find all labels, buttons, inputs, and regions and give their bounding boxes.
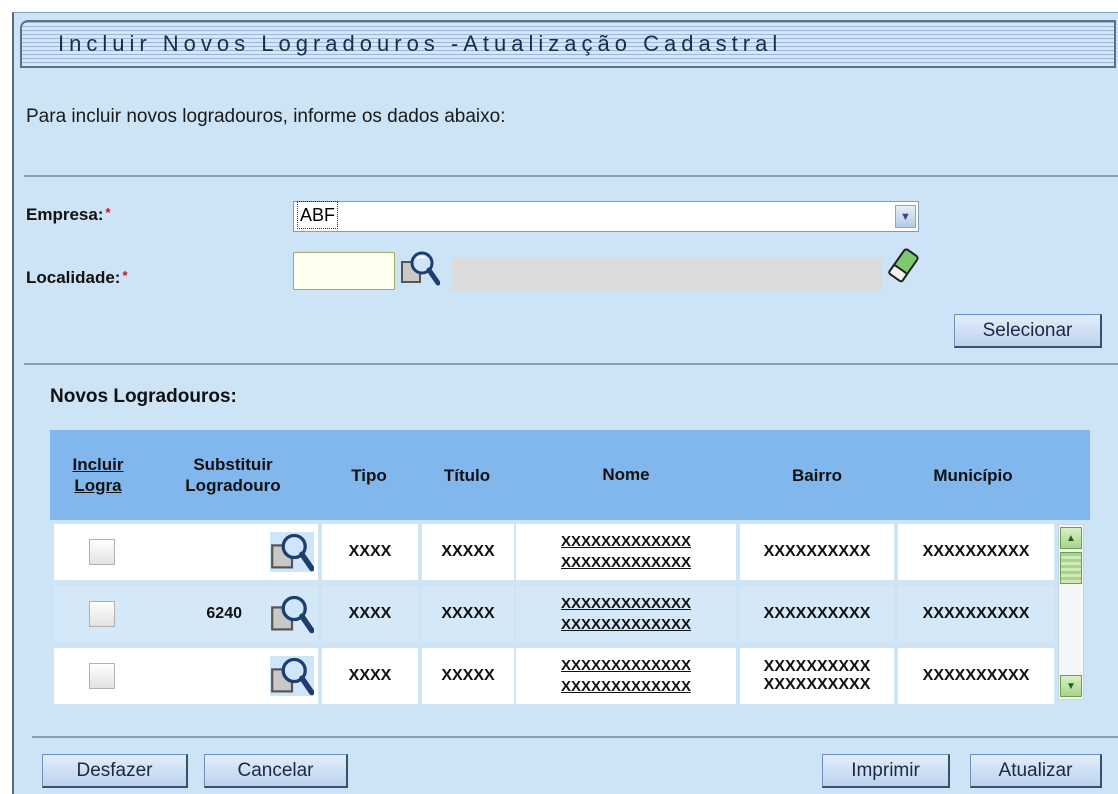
novos-logradouros-table: Incluir Logra Substituir Logradouro Tipo T…: [50, 430, 1090, 708]
header-tipo: Tipo: [351, 465, 387, 485]
header-titulo: Título: [443, 465, 491, 485]
substituir-value: 6240: [206, 605, 242, 622]
magnifier-search-icon[interactable]: [270, 532, 314, 572]
table-row-3-tipo: XXXX: [322, 648, 418, 704]
localidade-code-input[interactable]: [293, 252, 395, 290]
table-row-2-municipio: XXXXXXXXXX: [898, 586, 1054, 642]
table-row-3-titulo: XXXXX: [422, 648, 514, 704]
empresa-selected-value: ABF: [296, 201, 339, 229]
localidade-description-field: [451, 258, 882, 292]
magnifier-search-icon[interactable]: [400, 250, 440, 286]
table-row-1-tipo: XXXX: [322, 524, 418, 580]
table-row-3-substituir: [150, 648, 318, 704]
eraser-icon[interactable]: [886, 246, 920, 286]
row-checkbox[interactable]: [89, 601, 115, 627]
magnifier-search-icon[interactable]: [270, 656, 314, 696]
table-row-1-bairro: XXXXXXXXXX: [740, 524, 894, 580]
table-row-3-nome[interactable]: XXXXXXXXXXXXX XXXXXXXXXXXXX: [516, 648, 736, 704]
required-marker: *: [105, 205, 111, 220]
row-checkbox[interactable]: [89, 539, 115, 565]
header-bairro: Bairro: [791, 465, 843, 485]
table-row-1-municipio: XXXXXXXXXX: [898, 524, 1054, 580]
desfazer-button[interactable]: Desfazer: [42, 754, 188, 788]
atualizar-button[interactable]: Atualizar: [970, 754, 1102, 788]
page-title: Incluir Novos Logradouros -Atualização C…: [58, 31, 783, 56]
title-bar: Incluir Novos Logradouros -Atualização C…: [20, 20, 1116, 68]
scroll-down-arrow-icon[interactable]: ▼: [1060, 675, 1082, 697]
table-row-1-titulo: XXXXX: [422, 524, 514, 580]
table-row-3-incluir: [54, 648, 150, 704]
cancelar-button[interactable]: Cancelar: [204, 754, 348, 788]
table-row-1-substituir: [150, 524, 318, 580]
selecionar-button[interactable]: Selecionar: [954, 314, 1102, 348]
divider-bottom: [32, 736, 1118, 738]
header-nome: Nome: [602, 465, 650, 484]
table-header: Incluir Logra Substituir Logradouro Tipo T…: [50, 430, 1090, 520]
table-row-2-nome[interactable]: XXXXXXXXXXXXX XXXXXXXXXXXXX: [516, 586, 736, 642]
table-row-2-incluir: [54, 586, 150, 642]
table-row-2-bairro: XXXXXXXXXX: [740, 586, 894, 642]
table-row-3-bairro: XXXXXXXXXX XXXXXXXXXX: [740, 648, 894, 704]
row-checkbox[interactable]: [89, 663, 115, 689]
section-title: Novos Logradouros:: [50, 386, 237, 407]
table-row-1-incluir: [54, 524, 150, 580]
header-incluir-logra[interactable]: Incluir Logra: [50, 430, 146, 520]
table-row-2-tipo: XXXX: [322, 586, 418, 642]
divider-top: [24, 175, 1118, 177]
empresa-select[interactable]: ABF ▼: [293, 201, 919, 232]
header-municipio: Município: [933, 465, 1013, 485]
scroll-up-arrow-icon[interactable]: ▲: [1060, 527, 1082, 549]
divider-middle: [24, 363, 1118, 365]
table-row-3-municipio: XXXXXXXXXX: [898, 648, 1054, 704]
scrollbar-thumb[interactable]: [1060, 552, 1082, 584]
table-row-2-substituir: 6240: [150, 586, 318, 642]
table-scrollbar[interactable]: ▲ ▼: [1058, 524, 1084, 700]
empresa-label: Empresa: *: [26, 205, 111, 224]
table-row-1-nome[interactable]: XXXXXXXXXXXXX XXXXXXXXXXXXX: [516, 524, 736, 580]
chevron-down-icon[interactable]: ▼: [895, 205, 916, 228]
intro-text: Para incluir novos logradouros, informe …: [26, 106, 506, 127]
magnifier-search-icon[interactable]: [270, 594, 314, 634]
table-row-2-titulo: XXXXX: [422, 586, 514, 642]
localidade-label: Localidade: *: [26, 268, 128, 287]
imprimir-button[interactable]: Imprimir: [822, 754, 950, 788]
header-substituir-logradouro: Substituir Logradouro: [185, 455, 281, 495]
required-marker: *: [122, 268, 128, 283]
